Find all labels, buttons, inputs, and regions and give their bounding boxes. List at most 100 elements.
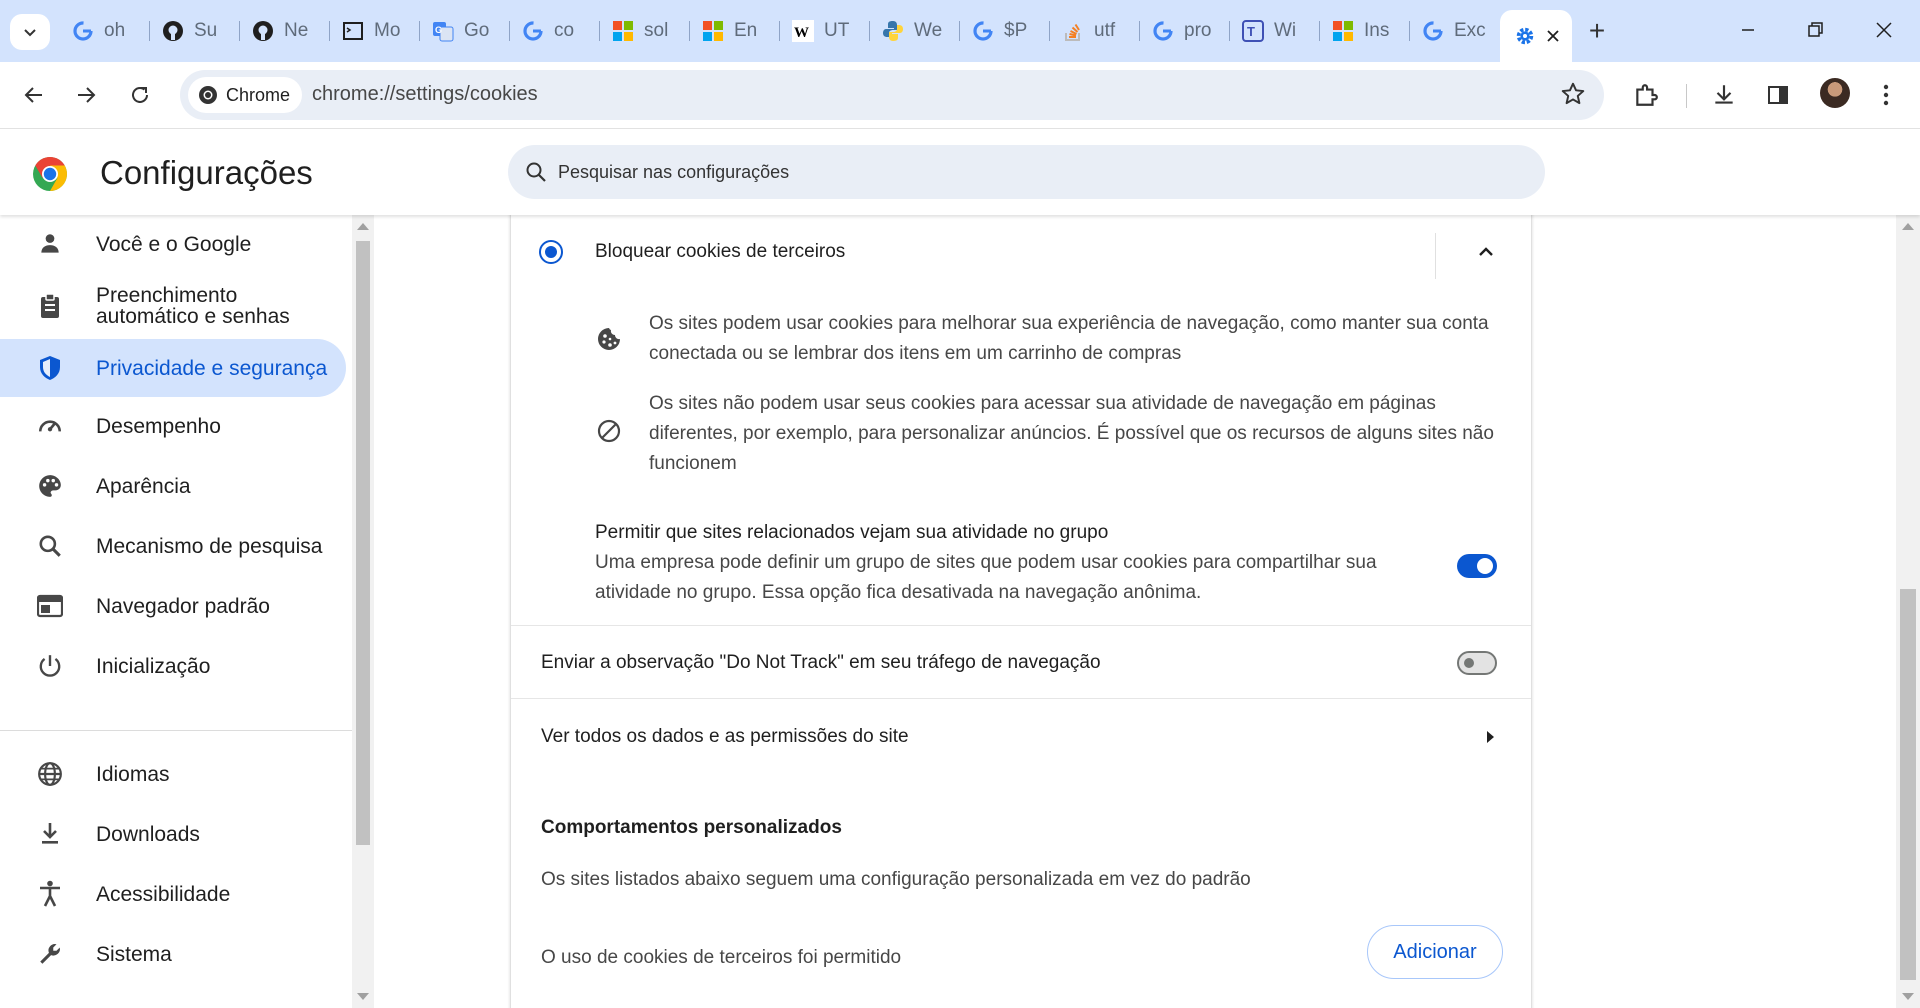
settings-search-input[interactable] [558, 145, 1518, 199]
microsoft-icon [1332, 20, 1354, 42]
sidebar-item-label: Você e o Google [96, 232, 252, 256]
active-tab-settings[interactable] [1500, 10, 1572, 62]
browser-tab[interactable]: T Wi [1230, 10, 1320, 52]
bookmark-star-button[interactable] [1560, 81, 1586, 112]
site-info-chip[interactable]: Chrome [188, 77, 303, 113]
browser-tab[interactable]: W UT [780, 10, 870, 52]
tab-title: Wi [1274, 20, 1297, 41]
custom-behaviors-desc: Os sites listados abaixo seguem uma conf… [541, 869, 1251, 890]
collapse-button[interactable] [1477, 243, 1495, 266]
dnt-label: Enviar a observação "Do Not Track" em se… [541, 652, 1101, 673]
dnt-toggle[interactable] [1457, 651, 1497, 675]
browser-tab[interactable]: Ins [1320, 10, 1410, 52]
sidebar-divider [0, 730, 352, 731]
block-option-label[interactable]: Bloquear cookies de terceiros [595, 237, 845, 267]
sidebar-item-privacidade[interactable]: Privacidade e segurança [0, 339, 346, 397]
sidebar-scrollbar[interactable] [352, 215, 374, 1008]
sidebar-item-acessibilidade[interactable]: Acessibilidade [0, 865, 346, 923]
search-icon [36, 532, 64, 560]
settings-sidebar: Você e o Google Preenchimento automático … [0, 215, 352, 1008]
tab-search-button[interactable] [10, 14, 50, 50]
sidebar-item-mecanismo[interactable]: Mecanismo de pesquisa [0, 517, 346, 575]
side-panel-button[interactable] [1758, 75, 1798, 115]
sidebar-item-label: Preenchimento automático e senhas [96, 284, 290, 328]
palette-icon [36, 472, 64, 500]
sidebar-item-downloads[interactable]: Downloads [0, 805, 346, 863]
scroll-down-arrow[interactable] [357, 993, 369, 1000]
toolbar-separator [1686, 84, 1687, 108]
microsoft-icon [702, 20, 724, 42]
settings-search[interactable] [508, 145, 1545, 199]
row-divider [511, 698, 1531, 699]
sidebar-item-label: Inicialização [96, 654, 211, 678]
chrome-logo-icon [33, 157, 67, 191]
translator-icon: T [1242, 20, 1264, 42]
restore-button[interactable] [1786, 8, 1846, 52]
google-translate-icon: G [432, 20, 454, 42]
chrome-menu-button[interactable] [1866, 75, 1906, 115]
sidebar-item-preenchimento[interactable]: Preenchimento automático e senhas [0, 277, 346, 335]
forward-button[interactable] [66, 75, 106, 115]
scroll-up-arrow[interactable] [357, 223, 369, 230]
new-tab-button[interactable]: + [1572, 10, 1622, 52]
speedometer-icon [36, 412, 64, 440]
sidebar-item-navegador-padrao[interactable]: Navegador padrão [0, 577, 346, 635]
tab-close-button[interactable] [1546, 29, 1560, 43]
block-third-party-radio[interactable] [539, 240, 563, 264]
scroll-up-arrow[interactable] [1902, 223, 1914, 230]
add-button[interactable]: Adicionar [1367, 925, 1503, 979]
address-bar[interactable]: Chrome chrome://settings/cookies [180, 70, 1604, 120]
reload-icon [132, 86, 148, 103]
url-text[interactable]: chrome://settings/cookies [312, 83, 538, 106]
tab-title: utf [1094, 20, 1116, 41]
main-scroll-thumb[interactable] [1900, 589, 1916, 980]
browser-tab[interactable]: G Go [420, 10, 510, 52]
tab-title: pro [1184, 20, 1212, 41]
browser-tab[interactable]: Exc [1410, 10, 1500, 52]
microsoft-icon [612, 20, 634, 42]
sidebar-item-desempenho[interactable]: Desempenho [0, 397, 346, 455]
site-data-link[interactable]: Ver todos os dados e as permissões do si… [541, 722, 1501, 752]
browser-tab[interactable]: utf [1050, 10, 1140, 52]
browser-tab[interactable]: sol [600, 10, 690, 52]
sidebar-item-label: Mecanismo de pesquisa [96, 534, 323, 558]
sidebar-item-idiomas[interactable]: Idiomas [0, 745, 346, 803]
tab-title: Go [464, 20, 490, 41]
browser-tab[interactable]: oh [60, 10, 150, 52]
google-icon [1152, 20, 1174, 42]
browser-tab[interactable]: Su [150, 10, 240, 52]
close-window-button[interactable] [1854, 8, 1914, 52]
related-sites-title: Permitir que sites relacionados vejam su… [595, 522, 1109, 543]
browser-tab[interactable]: pro [1140, 10, 1230, 52]
stackoverflow-icon [1062, 20, 1084, 42]
profile-avatar[interactable] [1820, 78, 1850, 108]
downloads-button[interactable] [1704, 75, 1744, 115]
browser-tab[interactable]: Ne [240, 10, 330, 52]
scroll-down-arrow[interactable] [1902, 993, 1914, 1000]
page-title: Configurações [100, 154, 313, 191]
back-button[interactable] [14, 75, 54, 115]
sidebar-item-sistema[interactable]: Sistema [0, 925, 346, 983]
close-icon [1876, 22, 1892, 38]
sidebar-scroll-thumb[interactable] [356, 241, 370, 845]
chevron-down-icon [24, 29, 36, 37]
browser-tab[interactable]: Mo [330, 10, 420, 52]
browser-tab[interactable]: co [510, 10, 600, 52]
google-icon [1422, 20, 1444, 42]
extensions-button[interactable] [1626, 75, 1666, 115]
browser-tab[interactable]: $P [960, 10, 1050, 52]
tab-strip: oh Su Ne Mo G Go co sol En W UT We $P utf pro T Wi Ins Exc… [0, 0, 1920, 62]
sidebar-item-voce-e-o-google[interactable]: Você e o Google [0, 215, 346, 273]
chevron-up-icon [1479, 247, 1493, 256]
main-scrollbar[interactable] [1896, 215, 1920, 1008]
github-icon [252, 20, 274, 42]
browser-window-icon [36, 592, 64, 620]
minimize-button[interactable] [1718, 8, 1778, 52]
browser-tab[interactable]: En [690, 10, 780, 52]
sidebar-item-aparencia[interactable]: Aparência [0, 457, 346, 515]
person-icon [36, 230, 64, 258]
browser-tab[interactable]: We [870, 10, 960, 52]
related-sites-toggle[interactable] [1457, 554, 1497, 578]
reload-button[interactable] [120, 75, 160, 115]
sidebar-item-inicializacao[interactable]: Inicialização [0, 637, 346, 695]
